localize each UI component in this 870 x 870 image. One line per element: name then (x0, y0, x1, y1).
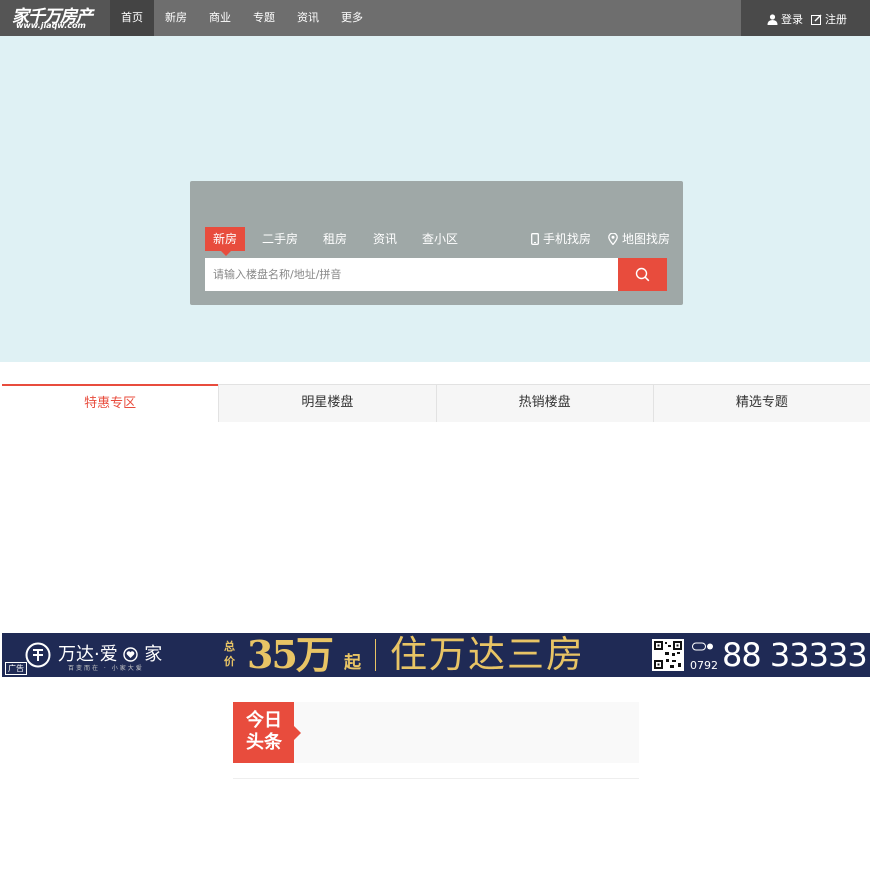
headline-badge: 今日 头条 (233, 702, 301, 763)
tab-star-properties[interactable]: 明星楼盘 (218, 384, 436, 422)
property-tabs: 特惠专区 明星楼盘 热销楼盘 精选专题 (2, 384, 870, 422)
map-search-link[interactable]: 地图找房 (608, 227, 670, 251)
top-nav-bar: 家千万房产 www.jiaqw.com 首页 新房 商业 专题 资讯 更多 登录… (0, 0, 870, 36)
main-nav: 首页 新房 商业 专题 资讯 更多 (110, 0, 374, 36)
site-logo[interactable]: 家千万房产 www.jiaqw.com (0, 0, 110, 36)
heart-icon (123, 647, 139, 662)
nav-item-news[interactable]: 资讯 (286, 0, 330, 36)
user-box: 登录 注册 (741, 0, 870, 36)
banner-slogan: 百变而在 · 小家大爱 (68, 665, 144, 672)
banner-brand-suffix: 家 (144, 644, 163, 665)
search-tab-news[interactable]: 资讯 (373, 227, 397, 251)
banner-divider (375, 639, 385, 671)
headline-news-section: 今日 头条 (233, 702, 639, 763)
search-input[interactable] (205, 258, 618, 291)
search-tab-community[interactable]: 查小区 (422, 227, 458, 251)
search-tab-rental[interactable]: 租房 (323, 227, 347, 251)
tab-special-offers[interactable]: 特惠专区 (2, 384, 219, 422)
nav-item-home[interactable]: 首页 (110, 0, 154, 36)
wanda-logo-icon (25, 642, 51, 668)
login-label: 登录 (781, 13, 803, 26)
banner-area-code: 0792 (690, 659, 718, 672)
banner-brand-name: 万达·爱 (58, 644, 118, 665)
headline-badge-line1: 今日 (246, 710, 282, 731)
search-icon (635, 267, 650, 282)
mobile-search-label: 手机找房 (543, 232, 592, 246)
phone-icon (692, 642, 713, 651)
user-icon (767, 13, 778, 25)
ad-banner[interactable]: 广告 万达·爱 家 百变而在 · 小家大爱 总价 35万 起 住万达三房 079… (2, 633, 870, 677)
nav-item-topics[interactable]: 专题 (242, 0, 286, 36)
login-link[interactable]: 登录 (767, 11, 803, 27)
qr-code-icon (652, 639, 684, 671)
register-label: 注册 (825, 13, 847, 26)
banner-headline: 住万达三房 (390, 633, 585, 676)
search-tab-new-homes[interactable]: 新房 (205, 227, 246, 256)
tab-hot-properties[interactable]: 热销楼盘 (435, 384, 653, 422)
banner-total-price-label: 总价 (224, 640, 235, 668)
nav-item-new-homes[interactable]: 新房 (154, 0, 198, 36)
mobile-phone-icon (531, 233, 539, 245)
banner-phone: 88 33333 (722, 636, 868, 674)
headline-badge-line2: 头条 (246, 732, 282, 753)
tab-featured-topics[interactable]: 精选专题 (652, 384, 870, 422)
register-link[interactable]: 注册 (811, 11, 847, 27)
map-search-label: 地图找房 (622, 232, 671, 246)
logo-url: www.jiaqw.com (16, 21, 86, 30)
banner-price: 35万 (247, 633, 334, 677)
divider (233, 778, 639, 779)
mobile-search-link[interactable]: 手机找房 (531, 227, 591, 251)
nav-item-commercial[interactable]: 商业 (198, 0, 242, 36)
nav-item-more[interactable]: 更多 (330, 0, 374, 36)
search-button[interactable] (618, 258, 667, 291)
edit-icon (811, 14, 822, 25)
search-tab-second-hand[interactable]: 二手房 (262, 227, 298, 251)
search-panel: 新房 二手房 租房 资讯 查小区 手机找房 地图找房 (190, 181, 683, 305)
banner-price-suffix: 起 (344, 653, 361, 673)
map-pin-icon (608, 233, 618, 245)
